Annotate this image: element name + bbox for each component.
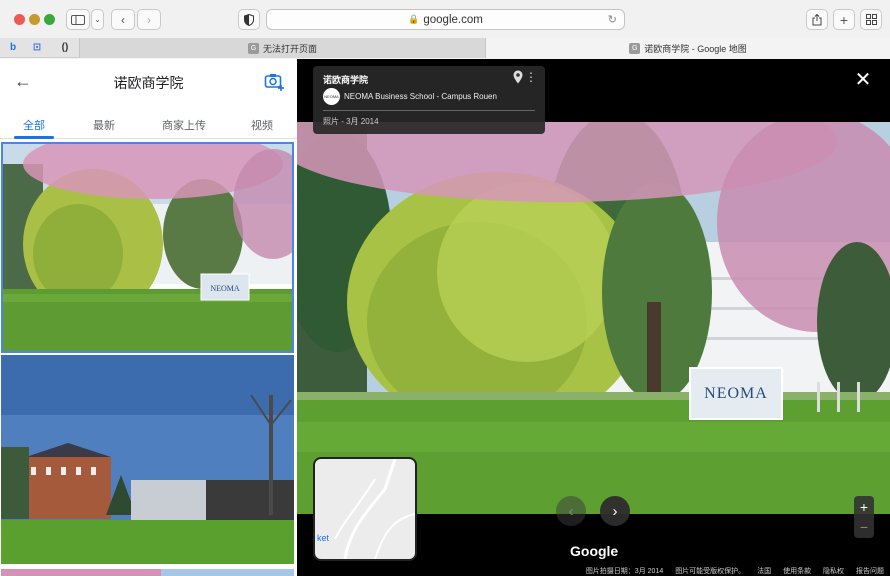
location-pin-icon[interactable] — [513, 70, 523, 84]
photo-panel: ← 诺欧商学院 全部 最新 商家上传 视频 NEOMA — [0, 59, 297, 576]
zoom-window-button[interactable] — [44, 14, 55, 25]
share-icon — [812, 13, 822, 25]
tab-all[interactable]: 全部 — [23, 117, 45, 133]
terms-link[interactable]: 使用条款 — [783, 568, 811, 575]
google-logo: Google — [570, 543, 619, 559]
mini-map-roads — [334, 459, 415, 559]
google-favicon-icon: G — [629, 42, 641, 54]
sign-text: NEOMA — [704, 385, 768, 402]
active-tab-indicator — [14, 136, 54, 139]
photo-viewer: NEOMA 诺欧商学院 ⋮ NEOMA NEOMA Business Schoo… — [297, 59, 890, 576]
extension-favorite-icon[interactable]: () — [56, 40, 74, 55]
previous-photo-button[interactable]: ‹ — [556, 496, 586, 526]
place-name[interactable]: 诺欧商学院 — [323, 73, 368, 86]
chevron-left-icon: ‹ — [121, 12, 125, 27]
grid-icon — [865, 14, 877, 25]
back-button[interactable]: ‹ — [111, 9, 135, 30]
close-viewer-button[interactable]: ✕ — [852, 69, 874, 91]
panel-header: ← 诺欧商学院 — [0, 59, 297, 103]
zoom-in-button[interactable]: + — [854, 497, 874, 517]
google-favicon-icon: G — [247, 42, 259, 54]
thumbnail-chateau-image — [1, 355, 294, 564]
forward-button[interactable]: › — [137, 9, 161, 30]
sidebar-menu-button[interactable]: ⌄ — [91, 9, 104, 30]
plus-icon: + — [839, 11, 849, 28]
reload-icon[interactable]: ↻ — [608, 13, 617, 26]
viewer-footer: 图片拍摄日期：3月 2014 图片可能受版权保护。 法国 使用条款 隐私权 报告… — [576, 566, 884, 576]
add-photo-icon[interactable] — [264, 71, 284, 91]
copyright-notice: 图片可能受版权保护。 — [675, 568, 746, 575]
photo-info-card: 诺欧商学院 ⋮ NEOMA NEOMA Business School - Ca… — [313, 66, 545, 134]
photo-thumbnail[interactable] — [1, 355, 294, 564]
next-photo-button[interactable]: › — [600, 496, 630, 526]
address-bar[interactable]: 🔒 google.com ↻ — [266, 9, 625, 30]
divider — [323, 110, 535, 111]
photo-filter-tabs: 全部 最新 商家上传 视频 — [0, 109, 297, 139]
photo-thumbnail[interactable] — [1, 566, 294, 576]
capture-date: 图片拍摄日期：3月 2014 — [585, 568, 664, 575]
tab-owner-uploads[interactable]: 商家上传 — [162, 117, 206, 133]
translate-favorite-icon[interactable]: ⊡ — [28, 40, 46, 55]
thumbnail-blossom-image: NEOMA — [3, 144, 292, 351]
browser-toolbar: ⌄ ‹ › 🔒 google.com ↻ + — [0, 0, 890, 38]
chevron-right-icon: › — [612, 502, 618, 520]
sidebar-toggle-button[interactable] — [66, 9, 90, 30]
mini-map[interactable]: ket — [313, 457, 417, 561]
bing-favorite-icon[interactable]: b — [4, 40, 22, 55]
contributor-logo: NEOMA — [323, 88, 340, 105]
tab-overview-button[interactable] — [860, 9, 882, 30]
more-options-icon[interactable]: ⋮ — [525, 70, 537, 84]
privacy-link[interactable]: 隐私权 — [823, 568, 844, 575]
minimize-window-button[interactable] — [29, 14, 40, 25]
zoom-out-button[interactable]: − — [854, 517, 874, 537]
photo-date: 照片 - 3月 2014 — [323, 117, 379, 126]
tab-latest[interactable]: 最新 — [93, 117, 115, 133]
shield-icon — [244, 13, 254, 26]
chevron-right-icon: › — [147, 12, 151, 27]
map-label: ket — [317, 533, 330, 543]
chevron-down-icon: ⌄ — [94, 15, 101, 24]
main-photo-image: NEOMA — [297, 122, 890, 514]
new-tab-button[interactable]: + — [833, 9, 855, 30]
report-problem-link[interactable]: 报告问题 — [856, 568, 884, 575]
tab-label: 诺欧商学院 - Google 地图 — [644, 43, 747, 54]
tab-google-maps[interactable]: G 诺欧商学院 - Google 地图 — [486, 38, 890, 58]
close-window-button[interactable] — [14, 14, 25, 25]
zoom-control: + − — [854, 496, 874, 538]
url-text: google.com — [423, 13, 483, 26]
close-icon: ✕ — [854, 69, 872, 91]
sign-text: NEOMA — [210, 284, 240, 293]
chevron-left-icon: ‹ — [568, 502, 574, 520]
privacy-report-button[interactable] — [238, 9, 260, 30]
thumbnail-partial-image — [1, 569, 294, 576]
lock-icon: 🔒 — [408, 14, 420, 24]
panel-title: 诺欧商学院 — [113, 75, 184, 91]
photo-thumbnail-selected[interactable]: NEOMA — [1, 142, 294, 353]
sidebar-icon — [71, 14, 85, 25]
tab-videos[interactable]: 视频 — [251, 117, 273, 133]
tab-bar: b ⊡ () G 无法打开页面 G 诺欧商学院 - Google 地图 — [0, 38, 890, 58]
contributor-name[interactable]: NEOMA Business School - Campus Rouen — [344, 92, 497, 101]
tab-label: 无法打开页面 — [262, 43, 317, 54]
region-label[interactable]: 法国 — [757, 568, 771, 575]
tab-cannot-open[interactable]: G 无法打开页面 — [79, 38, 486, 58]
share-button[interactable] — [806, 9, 828, 30]
